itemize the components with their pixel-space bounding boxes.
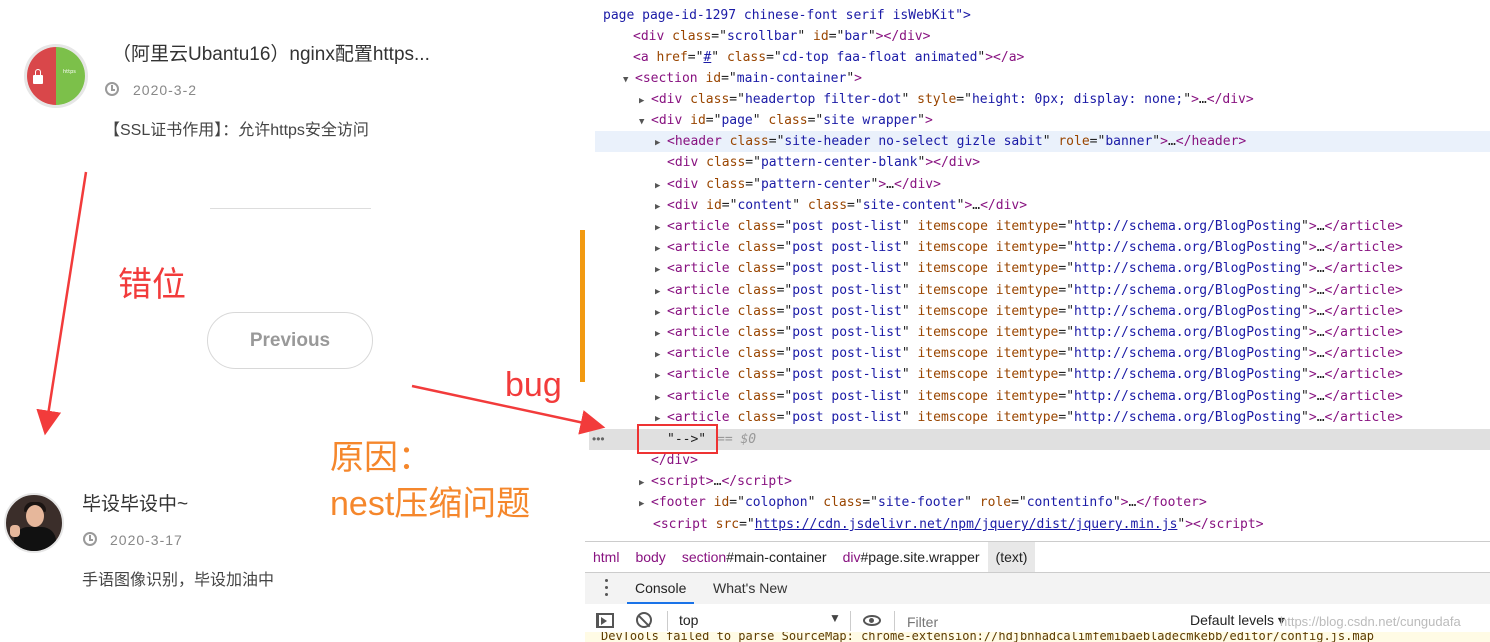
dom-line-page[interactable]: ▼ <div id="page" class="site wrapper"> — [639, 110, 1490, 131]
dom-line[interactable]: page page-id-1297 chinese-font serif isW… — [603, 5, 1490, 26]
filter-input[interactable] — [905, 610, 1181, 634]
collapse-triangle-icon[interactable]: ▶ — [655, 260, 667, 281]
collapse-triangle-icon[interactable]: ▶ — [655, 366, 667, 387]
collapse-triangle-icon[interactable]: ▶ — [639, 494, 651, 515]
dom-breadcrumb: html body section#main-container div#page.s… — [585, 541, 1490, 572]
dom-line-cdtop[interactable]: <a href="#" class="cd-top faa-float anim… — [633, 47, 1490, 68]
dom-line-main-container[interactable]: ▼ <section id="main-container"> — [623, 68, 1490, 89]
breadcrumb-text[interactable]: (text) — [987, 542, 1036, 572]
collapse-triangle-icon[interactable]: ▶ — [655, 133, 667, 154]
post-title[interactable]: 毕设毕设中~ — [82, 489, 188, 516]
blog-pane: https （阿里云Ubantu16）nginx配置https... 2020-… — [0, 0, 585, 642]
devtools-pane: page page-id-1297 chinese-font serif isW… — [585, 0, 1490, 642]
dom-line-article[interactable]: ▶ <article class="post post-list" itemsco… — [655, 407, 1490, 428]
dom-line-article[interactable]: ▶ <article class="post post-list" itemsco… — [655, 301, 1490, 322]
collapse-triangle-icon[interactable]: ▶ — [655, 176, 667, 197]
sidebar-toggle-icon[interactable] — [596, 613, 614, 628]
dom-line-header[interactable]: ▶ <header class="site-header no-select gi… — [595, 131, 1490, 152]
collapse-triangle-icon[interactable]: ▶ — [639, 91, 651, 112]
dom-line-article[interactable]: ▶ <article class="post post-list" itemsco… — [655, 216, 1490, 237]
post-excerpt: 【SSL证书作用】：允许https安全访问 — [104, 122, 369, 139]
console-warning: DevTools failed to parse SourceMap: chro… — [585, 632, 1490, 642]
post-excerpt: 手语图像识别，毕设加油中 — [82, 572, 275, 589]
more-vertical-icon[interactable] — [605, 579, 609, 597]
clock-icon — [83, 532, 97, 546]
post-divider — [210, 208, 371, 209]
clock-icon — [105, 82, 119, 96]
collapse-triangle-icon[interactable]: ▶ — [655, 197, 667, 218]
breadcrumb-section[interactable]: section#main-container — [674, 542, 835, 572]
dom-line-pattern-blank[interactable]: <div class="pattern-center-blank"></div> — [667, 152, 1490, 173]
dom-line-article[interactable]: ▶ <article class="post post-list" itemsco… — [655, 322, 1490, 343]
eye-icon[interactable] — [863, 615, 881, 626]
post-date: 2020-3-2 — [133, 82, 198, 98]
drawer-tabbar: Console What's New — [585, 572, 1490, 605]
dom-line-headertop[interactable]: ▶ <div class="headertop filter-dot" style… — [639, 89, 1490, 110]
context-selector[interactable]: top — [679, 612, 698, 628]
post-title[interactable]: （阿里云Ubantu16）nginx配置https... — [112, 39, 430, 66]
previous-button[interactable]: Previous — [207, 312, 373, 369]
collapse-triangle-icon[interactable]: ▶ — [655, 324, 667, 345]
more-dots-icon[interactable]: ••• — [592, 429, 605, 450]
chevron-down-icon[interactable]: ▼ — [829, 611, 841, 625]
breadcrumb-div-page[interactable]: div#page.site.wrapper — [835, 542, 988, 572]
avatar-tag: https — [63, 69, 76, 75]
expand-triangle-icon[interactable]: ▼ — [623, 70, 635, 91]
dom-line-article[interactable]: ▶ <article class="post post-list" itemsco… — [655, 237, 1490, 258]
collapse-triangle-icon[interactable]: ▶ — [655, 282, 667, 303]
toolbar-separator — [850, 611, 851, 631]
elements-tree: page page-id-1297 chinese-font serif isW… — [589, 0, 1490, 540]
expand-triangle-icon[interactable]: ▼ — [639, 112, 651, 133]
collapse-triangle-icon[interactable]: ▶ — [655, 388, 667, 409]
dom-line-selected-text[interactable]: ••• "-->" == $0 — [589, 429, 1490, 450]
collapse-triangle-icon[interactable]: ▶ — [655, 345, 667, 366]
dom-line-pattern-center[interactable]: ▶ <div class="pattern-center">…</div> — [655, 174, 1490, 195]
collapse-triangle-icon[interactable]: ▶ — [655, 239, 667, 260]
toolbar-separator — [667, 611, 668, 631]
dom-line-close-div[interactable]: </div> — [651, 450, 1490, 471]
tab-whats-new[interactable]: What's New — [705, 573, 795, 604]
clear-console-icon[interactable] — [636, 612, 652, 628]
dom-line-content[interactable]: ▶ <div id="content" class="site-content">… — [655, 195, 1490, 216]
dom-line-footer[interactable]: ▶ <footer id="colophon" class="site-foote… — [639, 492, 1490, 513]
annotation-cause-detail: nest压缩问题 — [330, 485, 531, 523]
breadcrumb-body[interactable]: body — [627, 542, 673, 572]
dom-line-article[interactable]: ▶ <article class="post post-list" itemsco… — [655, 258, 1490, 279]
log-levels-dropdown[interactable]: Default levels ▾ — [1190, 612, 1285, 629]
dom-line-script[interactable]: ▶ <script>…</script> — [639, 471, 1490, 492]
tab-console[interactable]: Console — [627, 573, 695, 604]
post-date: 2020-3-17 — [110, 532, 183, 548]
annotation-misplaced: 错位 — [118, 266, 186, 304]
dom-line-article[interactable]: ▶ <article class="post post-list" itemsco… — [655, 386, 1490, 407]
post-avatar-https[interactable]: https — [24, 44, 88, 108]
dom-line-article[interactable]: ▶ <article class="post post-list" itemsco… — [655, 343, 1490, 364]
collapse-triangle-icon[interactable]: ▶ — [655, 303, 667, 324]
watermark-text: https://blog.csdn.net/cungudafa — [1280, 614, 1461, 629]
breadcrumb-html[interactable]: html — [585, 542, 627, 572]
collapse-triangle-icon[interactable]: ▶ — [655, 218, 667, 239]
bug-highlight-box — [637, 424, 718, 454]
annotation-bug: bug — [505, 366, 562, 404]
dom-line-article[interactable]: ▶ <article class="post post-list" itemsco… — [655, 364, 1490, 385]
dom-line-article[interactable]: ▶ <article class="post post-list" itemsco… — [655, 280, 1490, 301]
dom-line-scrollbar[interactable]: <div class="scrollbar" id="bar"></div> — [633, 26, 1490, 47]
annotation-cause-title: 原因： — [330, 439, 432, 477]
dom-line-script-src[interactable]: <script src="https://cdn.jsdelivr.net/np… — [653, 514, 1490, 535]
collapse-triangle-icon[interactable]: ▶ — [639, 473, 651, 494]
toolbar-separator — [894, 611, 895, 631]
post-avatar-person[interactable] — [4, 493, 64, 553]
lock-icon — [33, 69, 43, 84]
